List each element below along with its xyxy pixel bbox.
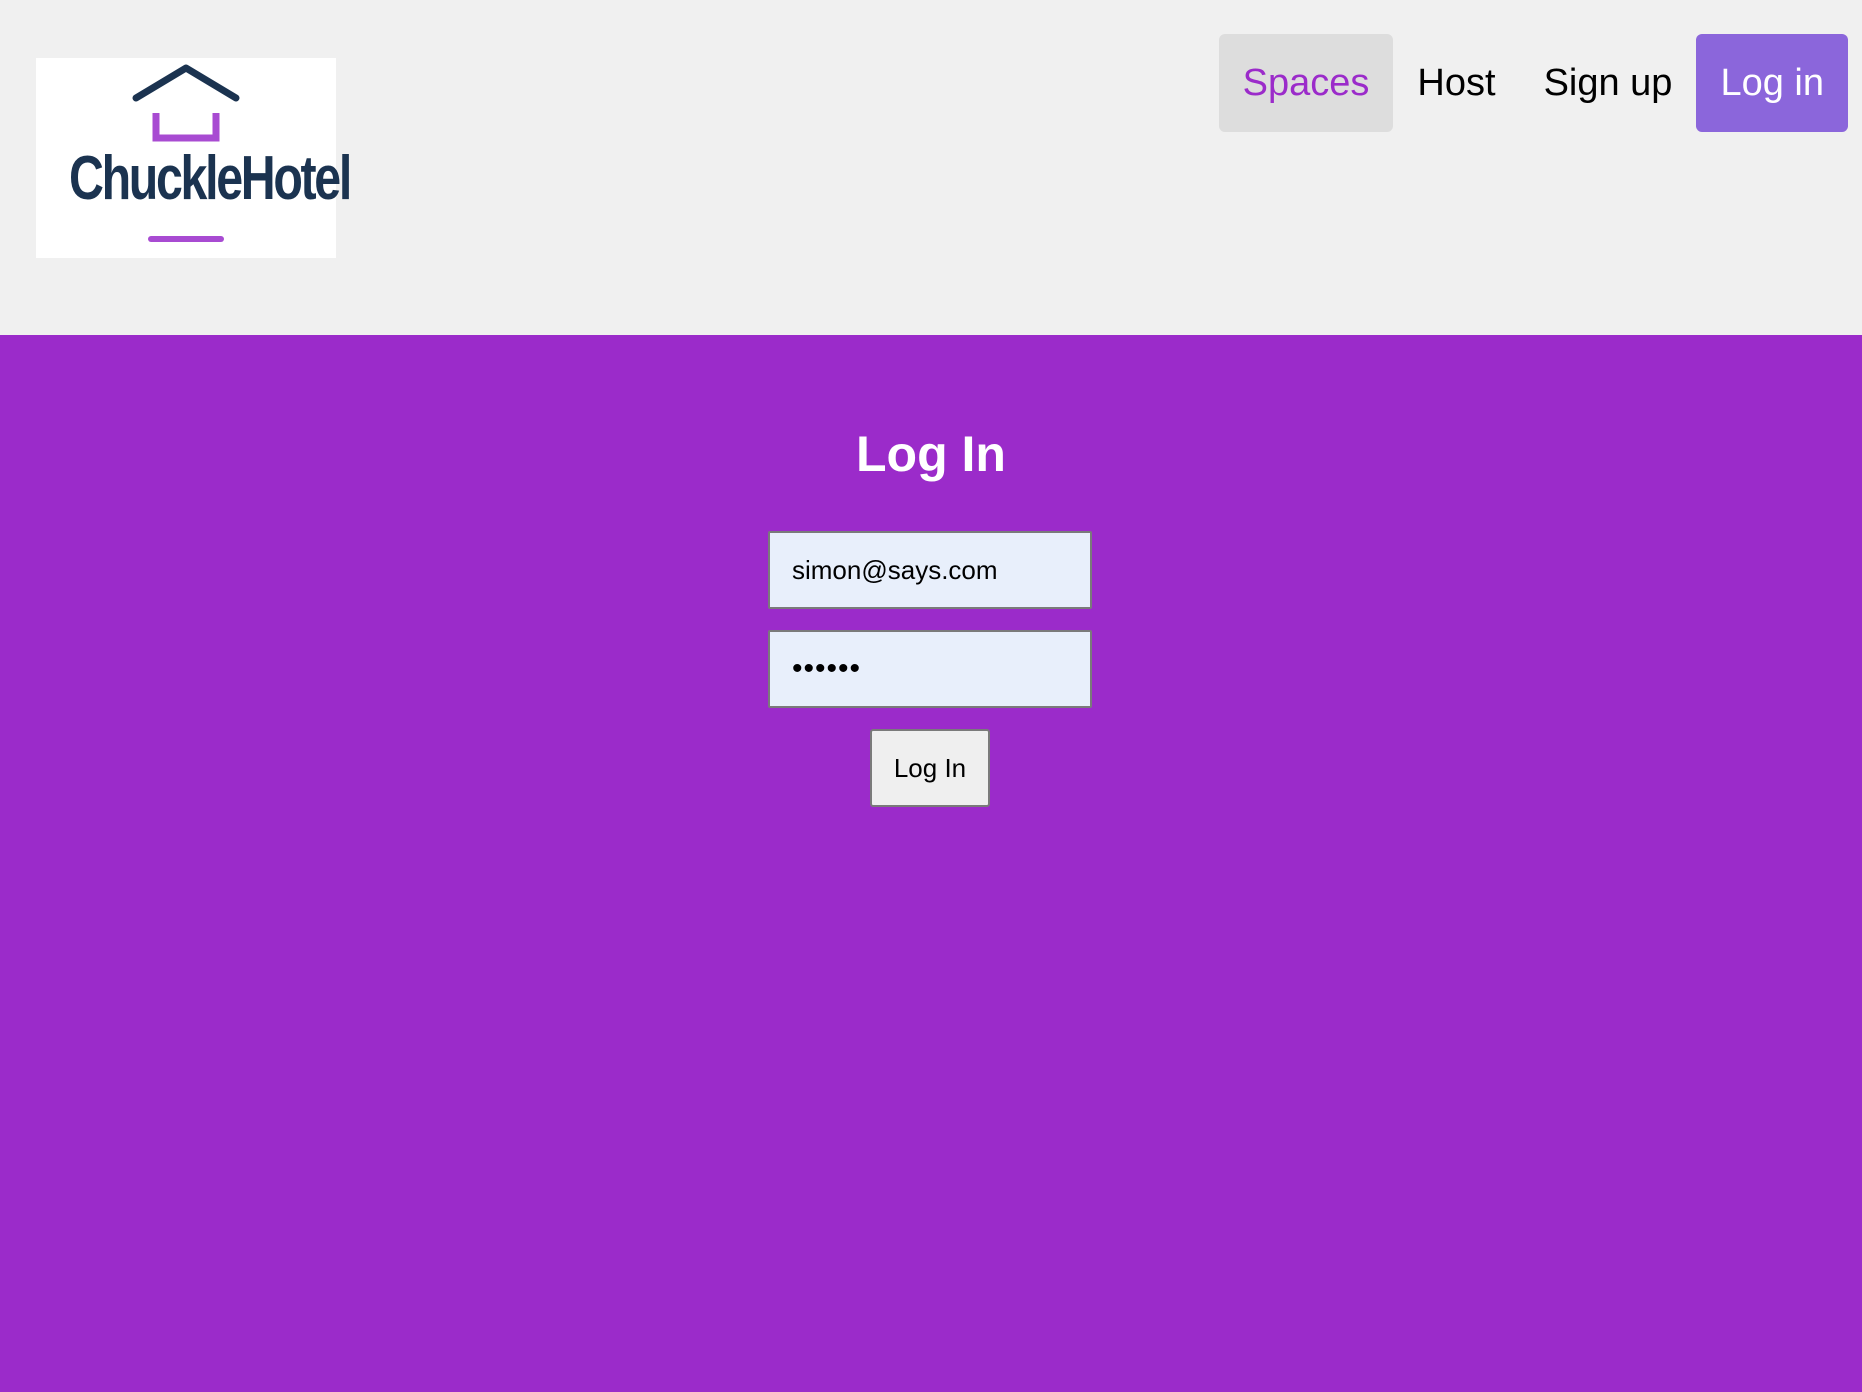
site-header: ChuckleHotel Spaces Host Sign up Log in	[0, 0, 1862, 335]
login-submit-button[interactable]: Log In	[870, 729, 990, 807]
password-field[interactable]	[768, 630, 1092, 708]
main-nav: Spaces Host Sign up Log in	[1218, 34, 1848, 132]
login-section: Log In Log In	[0, 335, 1862, 1392]
logo-wordmark: ChuckleHotel	[69, 144, 352, 213]
email-field[interactable]	[768, 531, 1092, 609]
login-heading: Log In	[856, 426, 1006, 482]
nav-host-link[interactable]: Host	[1393, 34, 1519, 132]
nav-login-button[interactable]: Log in	[1696, 34, 1848, 132]
chucklehotel-logo[interactable]: ChuckleHotel	[36, 58, 352, 258]
nav-signup-link[interactable]: Sign up	[1520, 34, 1697, 132]
nav-spaces-link[interactable]: Spaces	[1218, 34, 1394, 132]
